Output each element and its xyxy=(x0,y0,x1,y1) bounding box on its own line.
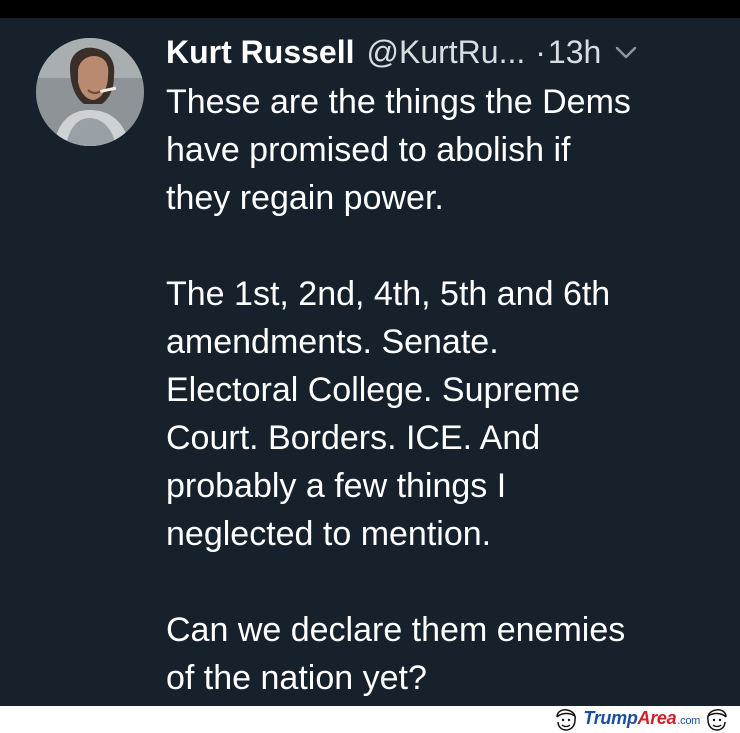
tweet-paragraph: These are the things the Dems have promi… xyxy=(166,78,706,222)
screenshot-frame: Kurt Russell @KurtRu... · 13h These are … xyxy=(0,0,740,706)
tweet-line: Electoral College. Supreme xyxy=(166,371,580,409)
tweet-line: of the nation yet? xyxy=(166,659,427,697)
user-handle[interactable]: @KurtRu... xyxy=(366,32,525,72)
profile-photo xyxy=(36,38,144,146)
cartoon-face-icon xyxy=(556,708,577,731)
tweet-line: These are the things the Dems xyxy=(166,83,631,121)
cartoon-face-icon xyxy=(707,708,727,731)
tweet-header: Kurt Russell @KurtRu... · 13h xyxy=(166,32,712,72)
tweet-paragraph: Can we declare them enemies of the natio… xyxy=(166,606,706,702)
avatar[interactable] xyxy=(36,38,144,146)
chevron-down-icon[interactable] xyxy=(613,39,639,65)
site-watermark: Trump Area .com xyxy=(553,706,730,733)
tweet-paragraph: The 1st, 2nd, 4th, 5th and 6th amendment… xyxy=(166,270,706,558)
tweet-line: Court. Borders. ICE. And xyxy=(166,419,541,457)
display-name[interactable]: Kurt Russell xyxy=(166,32,354,72)
tweet-line: Can we declare them enemies xyxy=(166,611,626,649)
tweet-line: amendments. Senate. xyxy=(166,323,499,361)
tweet-line: probably a few things I xyxy=(166,467,507,505)
tweet-line: have promised to abolish if xyxy=(166,131,571,169)
watermark-area: Area xyxy=(637,708,677,728)
watermark-trump: Trump xyxy=(583,708,638,728)
tweet-line: they regain power. xyxy=(166,179,444,217)
tweet-card: Kurt Russell @KurtRu... · 13h These are … xyxy=(0,18,740,706)
tweet-text: These are the things the Dems have promi… xyxy=(166,78,706,702)
tweet-timestamp[interactable]: 13h xyxy=(548,32,601,72)
meta-separator: · xyxy=(535,34,546,70)
tweet-line: The 1st, 2nd, 4th, 5th and 6th xyxy=(166,275,611,313)
tweet-line: neglected to mention. xyxy=(166,515,492,553)
watermark-domain: .com xyxy=(677,715,700,727)
watermark-text: Trump Area .com xyxy=(583,707,700,732)
